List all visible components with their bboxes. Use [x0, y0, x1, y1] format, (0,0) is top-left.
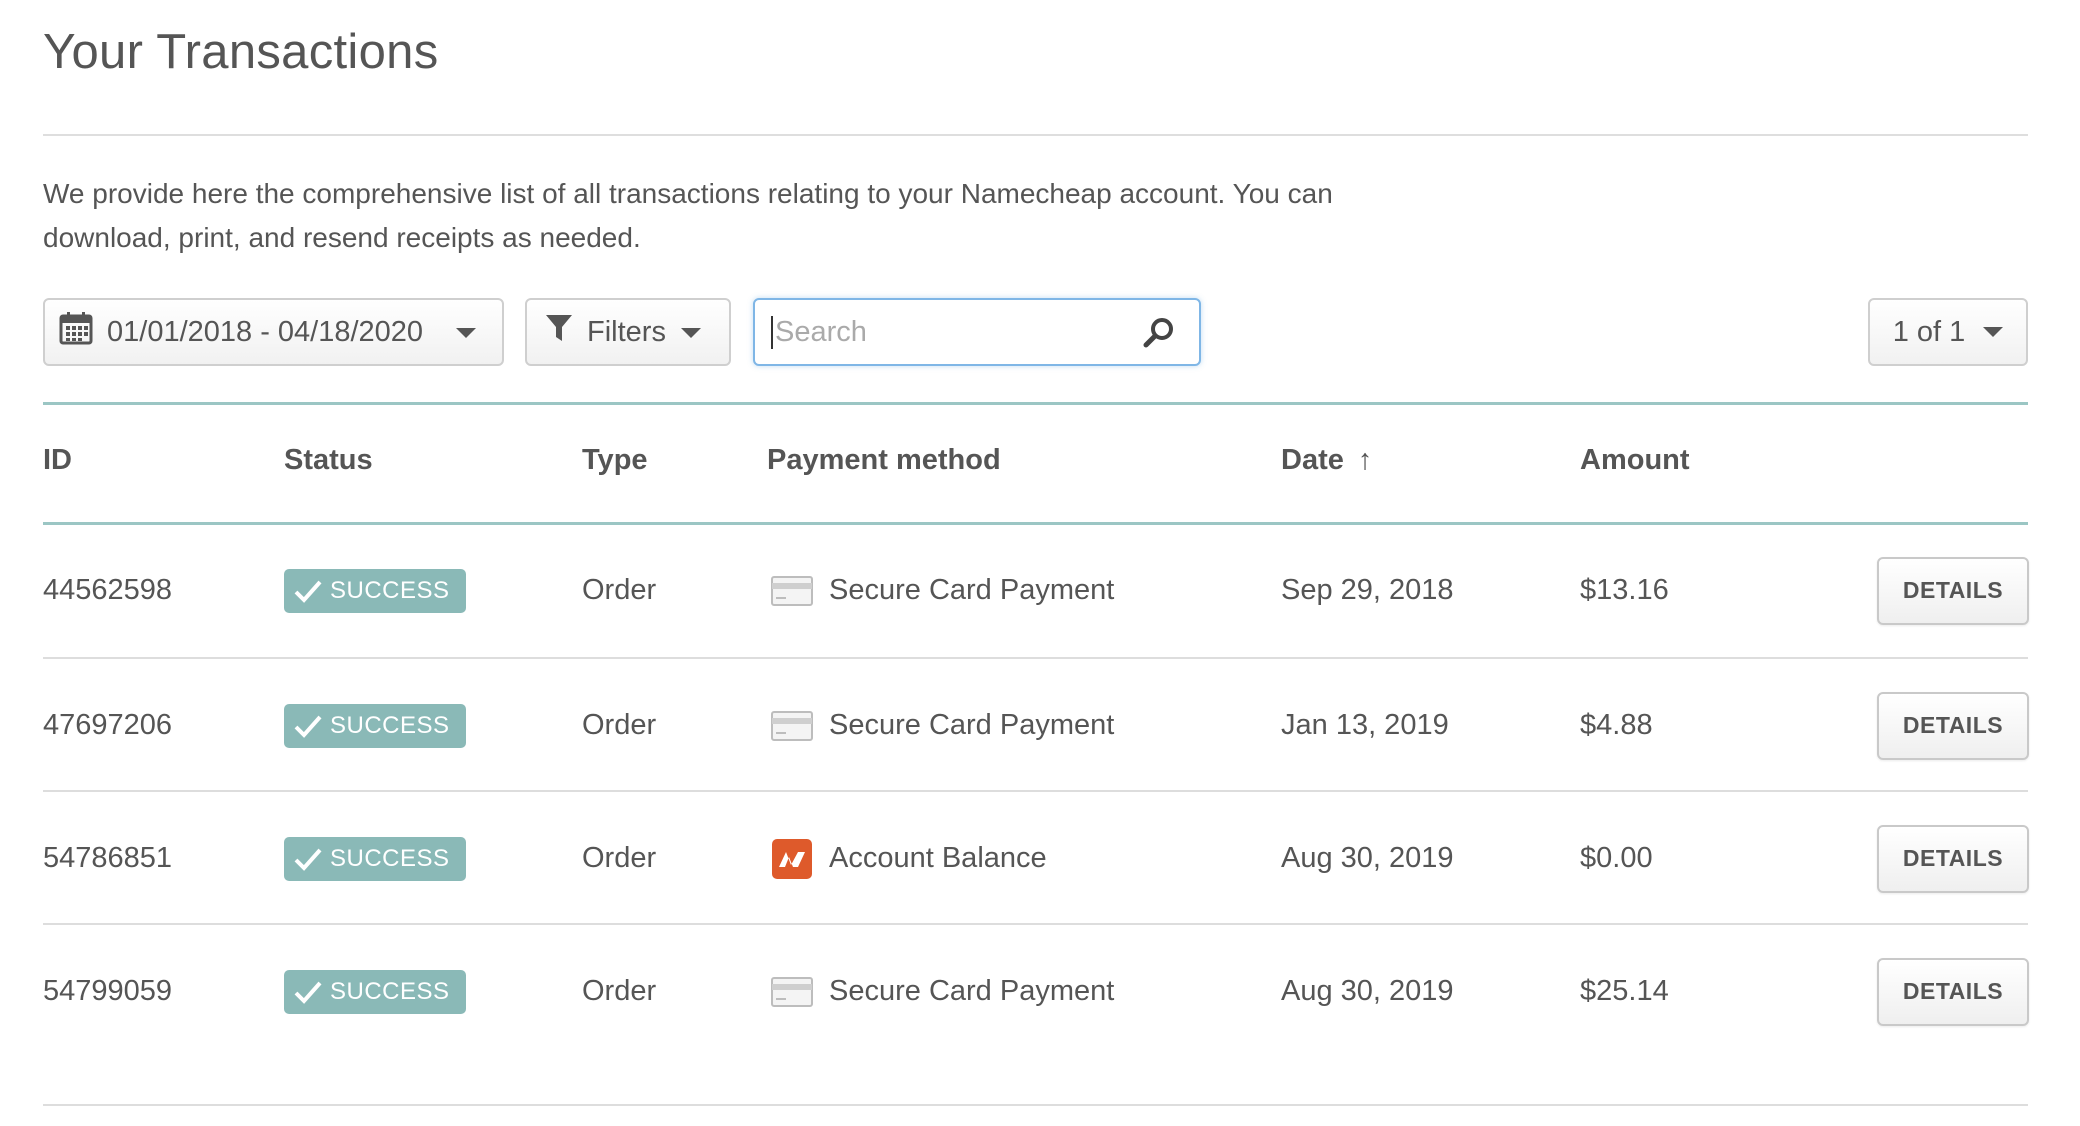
- transactions-page: Your Transactions We provide here the co…: [0, 0, 2080, 1126]
- page-selector-label: 1 of 1: [1892, 315, 1966, 348]
- status-cell: SUCCESS: [284, 792, 466, 925]
- column-header-date[interactable]: Date ↑: [1281, 444, 1372, 477]
- table-row: 54786851 SUCCESS Order Account Balance A…: [0, 792, 2080, 925]
- transaction-type: Order: [582, 842, 657, 874]
- chevron-down-icon: [1983, 327, 2004, 337]
- payment-method-label: Secure Card Payment: [829, 574, 1115, 606]
- status-cell: SUCCESS: [284, 925, 466, 1058]
- calendar-icon: [59, 311, 93, 353]
- payment-method-cell: Secure Card Payment: [771, 659, 1114, 792]
- transaction-amount: $4.88: [1580, 709, 1653, 741]
- date-range-picker[interactable]: 01/01/2018 - 04/18/2020: [43, 298, 504, 366]
- transaction-type: Order: [582, 574, 657, 606]
- page-selector[interactable]: 1 of 1: [1868, 298, 2028, 366]
- column-header-payment-method[interactable]: Payment method: [767, 444, 1001, 477]
- search-icon[interactable]: [1143, 317, 1175, 357]
- status-label: SUCCESS: [330, 844, 450, 872]
- payment-method-cell: Account Balance: [771, 792, 1047, 925]
- status-label: SUCCESS: [330, 977, 450, 1005]
- payment-method-label: Secure Card Payment: [829, 975, 1115, 1007]
- details-button[interactable]: DETAILS: [1877, 957, 2029, 1026]
- status-cell: SUCCESS: [284, 524, 466, 657]
- action-cell: DETAILS: [1877, 792, 2029, 925]
- namecheap-logo-icon: [771, 838, 813, 879]
- details-button[interactable]: DETAILS: [1877, 824, 2029, 893]
- transaction-amount: $13.16: [1580, 574, 1669, 606]
- transaction-amount: $25.14: [1580, 975, 1669, 1007]
- filter-icon: [545, 313, 573, 351]
- transaction-id: 54786851: [43, 842, 173, 874]
- table-row: 47697206 SUCCESS Order Secure Card Payme…: [0, 659, 2080, 792]
- table-top-rule: [43, 402, 2028, 405]
- payment-method-label: Account Balance: [829, 842, 1047, 874]
- checkmark-icon: [294, 848, 322, 871]
- transaction-date: Jan 13, 2019: [1281, 709, 1449, 741]
- transaction-type: Order: [582, 975, 657, 1007]
- checkmark-icon: [294, 580, 322, 603]
- transaction-id: 44562598: [43, 574, 173, 606]
- details-button[interactable]: DETAILS: [1877, 691, 2029, 760]
- date-range-label: 01/01/2018 - 04/18/2020: [107, 315, 424, 348]
- credit-card-icon: [771, 571, 813, 611]
- payment-method-cell: Secure Card Payment: [771, 925, 1114, 1058]
- column-header-status[interactable]: Status: [284, 444, 373, 477]
- transaction-date: Aug 30, 2019: [1281, 842, 1454, 874]
- action-cell: DETAILS: [1877, 925, 2029, 1058]
- sort-ascending-icon: ↑: [1357, 444, 1373, 476]
- action-cell: DETAILS: [1877, 659, 2029, 792]
- payment-method-cell: Secure Card Payment: [771, 524, 1114, 657]
- table-bottom-rule: [43, 1104, 2028, 1106]
- page-title: Your Transactions: [43, 25, 439, 79]
- status-badge: SUCCESS: [284, 836, 466, 881]
- credit-card-icon: [771, 706, 813, 746]
- checkmark-icon: [294, 715, 322, 738]
- table-row: 44562598 SUCCESS Order Secure Card Payme…: [0, 524, 2080, 657]
- table-row: 54799059 SUCCESS Order Secure Card Payme…: [0, 925, 2080, 1058]
- chevron-down-icon: [681, 328, 701, 338]
- column-header-date-label: Date: [1281, 444, 1344, 476]
- status-label: SUCCESS: [330, 711, 450, 739]
- intro-text: We provide here the comprehensive list o…: [43, 178, 1333, 253]
- details-button[interactable]: DETAILS: [1877, 556, 2029, 625]
- payment-method-label: Secure Card Payment: [829, 709, 1115, 741]
- transaction-date: Sep 29, 2018: [1281, 574, 1454, 606]
- transaction-id: 54799059: [43, 975, 173, 1007]
- filters-label: Filters: [587, 315, 666, 348]
- status-cell: SUCCESS: [284, 659, 466, 792]
- filters-button[interactable]: Filters: [525, 298, 731, 366]
- checkmark-icon: [294, 981, 322, 1004]
- status-label: SUCCESS: [330, 576, 450, 604]
- column-header-id[interactable]: ID: [43, 444, 72, 477]
- search-input[interactable]: [771, 315, 1131, 349]
- action-cell: DETAILS: [1877, 524, 2029, 657]
- status-badge: SUCCESS: [284, 703, 466, 748]
- transaction-id: 47697206: [43, 709, 173, 741]
- search-box[interactable]: [753, 298, 1201, 366]
- transaction-amount: $0.00: [1580, 842, 1653, 874]
- column-header-type[interactable]: Type: [582, 444, 648, 477]
- credit-card-icon: [771, 972, 813, 1012]
- column-header-amount[interactable]: Amount: [1580, 444, 1690, 477]
- status-badge: SUCCESS: [284, 969, 466, 1014]
- transaction-type: Order: [582, 709, 657, 741]
- status-badge: SUCCESS: [284, 568, 466, 613]
- chevron-down-icon: [456, 328, 476, 338]
- transaction-date: Aug 30, 2019: [1281, 975, 1454, 1007]
- divider: [43, 134, 2028, 136]
